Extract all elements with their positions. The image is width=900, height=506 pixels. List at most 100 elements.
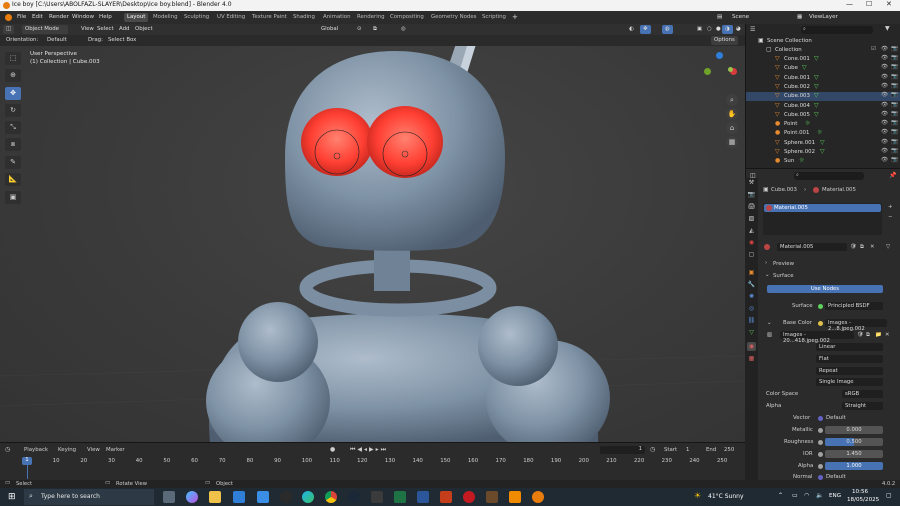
marker-menu[interactable]: Marker: [106, 447, 125, 453]
surface-shader-field[interactable]: Principled BSDF: [825, 302, 883, 310]
volume-icon[interactable]: 🔈: [816, 492, 823, 499]
add-cube-tool-icon[interactable]: ▣: [5, 191, 21, 204]
object-menu[interactable]: Object: [132, 25, 156, 34]
tab-layout[interactable]: Layout: [124, 13, 149, 22]
chrome-icon[interactable]: [325, 491, 337, 503]
pivot-icon[interactable]: ⊙: [354, 25, 365, 34]
blender-taskbar-icon[interactable]: [532, 491, 544, 503]
add-workspace-icon[interactable]: +: [512, 13, 518, 21]
clock-time[interactable]: 10:56: [852, 489, 868, 495]
menu-help[interactable]: Help: [99, 14, 112, 20]
outliner-item[interactable]: ● Sun ☼ 👁 📷: [746, 157, 900, 166]
overlay-toggle-icon[interactable]: ◍: [662, 25, 673, 34]
material-filter-icon[interactable]: ▽: [886, 244, 890, 250]
current-frame-field[interactable]: 1: [600, 446, 645, 454]
tray-chevron-icon[interactable]: ⌃: [778, 492, 783, 499]
tab-world-icon[interactable]: ◉: [747, 238, 756, 247]
viewlayer-name[interactable]: ViewLayer: [809, 14, 838, 20]
surface-expand-icon[interactable]: ⌄: [765, 272, 770, 278]
weather-text[interactable]: 41°C Sunny: [708, 493, 744, 500]
visibility-eye-icon[interactable]: 👁: [881, 129, 888, 135]
outliner-item[interactable]: ▽ Cube.002 ▽ 👁 📷: [746, 83, 900, 92]
image-open-icon[interactable]: 📁: [875, 332, 882, 338]
collection-check-icon[interactable]: ☑: [871, 46, 876, 52]
outliner-item[interactable]: ▽ Cube ▽ 👁 📷: [746, 64, 900, 73]
maximize-button[interactable]: ☐: [866, 0, 872, 8]
tab-constraints-icon[interactable]: ⛓: [747, 316, 756, 325]
outliner-item[interactable]: ● Point.001 ☼ 👁 📷: [746, 129, 900, 138]
tab-object-icon[interactable]: ▣: [747, 268, 756, 277]
neg-y-axis-icon[interactable]: [728, 67, 733, 72]
tab-modeling[interactable]: Modeling: [150, 13, 181, 22]
3d-viewport[interactable]: User Perspective (1) Collection | Cube.0…: [0, 46, 745, 442]
add-menu[interactable]: Add: [116, 25, 132, 34]
select-menu[interactable]: Select: [94, 25, 117, 34]
playhead[interactable]: 1: [22, 457, 32, 465]
visibility-eye-icon[interactable]: 👁: [881, 55, 888, 61]
z-axis-icon[interactable]: [716, 52, 723, 59]
scene-collection-row[interactable]: ▣ Scene Collection: [746, 37, 900, 46]
outliner-filter-icon[interactable]: ▼: [885, 25, 890, 32]
measure-tool-icon[interactable]: 📐: [5, 173, 21, 186]
keying-menu[interactable]: Keying: [58, 447, 76, 453]
scene-name[interactable]: Scene: [732, 14, 749, 20]
render-camera-icon[interactable]: 📷: [891, 157, 898, 163]
properties-search-field[interactable]: ⌕: [794, 172, 864, 180]
preview-expand-icon[interactable]: ›: [765, 260, 767, 266]
image-browse-icon[interactable]: ▧: [767, 332, 772, 338]
render-camera-icon[interactable]: 📷: [891, 102, 898, 108]
app-icon-dark-2[interactable]: [371, 491, 383, 503]
timeline-editor-icon[interactable]: ◷: [5, 446, 10, 453]
view-menu-timeline[interactable]: View: [87, 447, 100, 453]
visibility-eye-icon[interactable]: 👁: [881, 148, 888, 154]
tab-uv-editing[interactable]: UV Editing: [214, 13, 248, 22]
playback-menu[interactable]: Playback: [24, 447, 48, 453]
preview-range-icon[interactable]: ◷: [650, 446, 655, 453]
visibility-eye-icon[interactable]: 👁: [881, 74, 888, 80]
outliner-item[interactable]: ▽ Sphere.001 ▽ 👁 📷: [746, 139, 900, 148]
material-browse-icon[interactable]: [764, 244, 770, 250]
vlc-icon[interactable]: [509, 491, 521, 503]
render-camera-icon[interactable]: 📷: [891, 111, 898, 117]
windows-start-icon[interactable]: ⊞: [8, 492, 16, 502]
base-color-expand-icon[interactable]: ⌄: [767, 320, 772, 326]
options-button[interactable]: Options: [711, 36, 738, 45]
rotate-tool-icon[interactable]: ↻: [5, 104, 21, 117]
alpha-mode-select[interactable]: Straight: [842, 402, 883, 410]
tab-data-icon[interactable]: ▽: [747, 328, 756, 337]
outliner-search-field[interactable]: ⌕: [801, 26, 873, 34]
gizmo-toggle-icon[interactable]: ✥: [640, 25, 651, 34]
tab-view-layer-icon[interactable]: ▨: [747, 214, 756, 223]
tab-tool-icon[interactable]: ⚒: [747, 178, 756, 187]
tab-rendering[interactable]: Rendering: [354, 13, 388, 22]
collection-eye-icon[interactable]: 👁: [881, 46, 888, 52]
image-fake-user-icon[interactable]: 🛡: [857, 332, 864, 338]
copilot-icon[interactable]: [186, 491, 198, 503]
tab-geometry-nodes[interactable]: Geometry Nodes: [428, 13, 479, 22]
render-camera-icon[interactable]: 📷: [891, 55, 898, 61]
visibility-eye-icon[interactable]: 👁: [881, 102, 888, 108]
color-space-select[interactable]: sRGB: [842, 390, 883, 398]
menu-edit[interactable]: Edit: [32, 14, 43, 20]
network-icon[interactable]: ▭: [792, 492, 798, 499]
file-explorer-icon[interactable]: [209, 491, 221, 503]
interpolation-select[interactable]: Linear: [816, 343, 883, 351]
visibility-eye-icon[interactable]: 👁: [881, 157, 888, 163]
tab-modifiers-icon[interactable]: 🔧: [747, 280, 756, 289]
outliner-editor-icon[interactable]: ☰: [750, 26, 755, 33]
tab-animation[interactable]: Animation: [320, 13, 353, 22]
vector-value[interactable]: Default: [826, 415, 846, 421]
shading-rendered-icon[interactable]: ◕: [733, 25, 744, 34]
pan-hand-icon[interactable]: ✋: [726, 108, 738, 120]
start-field[interactable]: 1: [686, 447, 689, 453]
collection-camera-icon[interactable]: 📷: [891, 46, 898, 52]
task-view-icon[interactable]: [163, 491, 175, 503]
tab-scripting[interactable]: Scripting: [479, 13, 509, 22]
material-fake-user-icon[interactable]: 🛡: [850, 244, 857, 250]
record-icon[interactable]: ●: [330, 446, 335, 453]
tab-texture-icon[interactable]: ▦: [747, 354, 756, 363]
tab-compositing[interactable]: Compositing: [387, 13, 427, 22]
tab-shading[interactable]: Shading: [290, 13, 318, 22]
viewlayer-icon[interactable]: ▦: [797, 14, 802, 20]
tab-sculpting[interactable]: Sculpting: [181, 13, 212, 22]
